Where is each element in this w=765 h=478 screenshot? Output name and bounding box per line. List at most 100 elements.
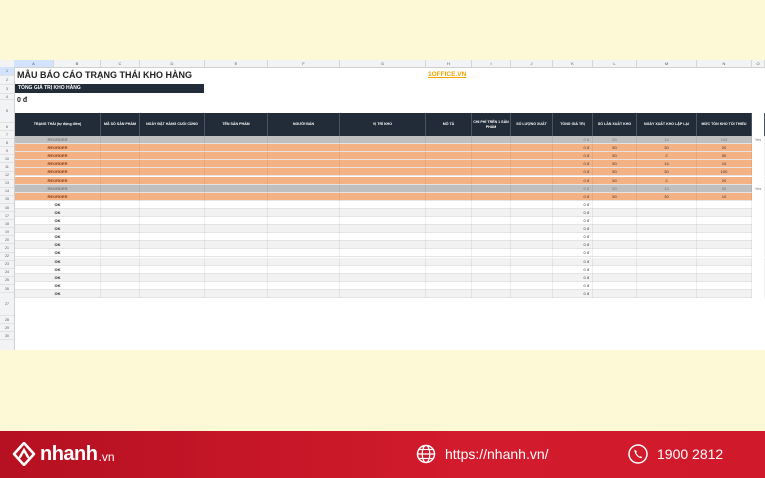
cell-times[interactable] — [593, 249, 637, 258]
cell-empty[interactable] — [426, 225, 472, 234]
cell-status[interactable]: REORDER — [15, 160, 101, 169]
cell-total[interactable]: 0 đ — [553, 160, 593, 169]
row-number-18[interactable]: 18 — [0, 220, 14, 229]
table-row[interactable]: REORDER 0 đ 50 30 20 — [15, 144, 765, 153]
cell-status[interactable]: REORDER — [15, 144, 101, 153]
column-letter-h[interactable]: H — [426, 60, 472, 67]
cell-empty[interactable] — [268, 281, 340, 290]
column-letter-c[interactable]: C — [101, 60, 140, 67]
cell-status[interactable]: OK — [15, 281, 101, 290]
cell-empty[interactable] — [205, 241, 268, 250]
cell-empty[interactable] — [426, 200, 472, 209]
cell-empty[interactable] — [340, 136, 426, 144]
cell-empty[interactable] — [340, 152, 426, 161]
row-number-1[interactable]: 1 — [0, 67, 14, 76]
cell-empty[interactable] — [101, 265, 140, 274]
cell-empty[interactable] — [140, 257, 205, 266]
cell-empty[interactable] — [426, 217, 472, 225]
cell-empty[interactable] — [268, 176, 340, 185]
cell-empty[interactable] — [268, 273, 340, 282]
cell-empty[interactable] — [101, 144, 140, 153]
cell-empty[interactable] — [426, 176, 472, 185]
cell-times[interactable] — [593, 225, 637, 234]
cell-empty[interactable] — [268, 257, 340, 266]
column-letter-i[interactable]: I — [472, 60, 511, 67]
cell-status[interactable]: OK — [15, 200, 101, 209]
cell-empty[interactable] — [472, 136, 511, 144]
column-letter-l[interactable]: L — [593, 60, 637, 67]
cell-status[interactable]: OK — [15, 289, 101, 298]
row-number-23[interactable]: 23 — [0, 261, 14, 269]
cell-total[interactable]: 0 đ — [553, 144, 593, 153]
cell-empty[interactable] — [205, 265, 268, 274]
cell-empty[interactable] — [205, 184, 268, 193]
table-row[interactable]: OK 0 đ — [15, 249, 765, 258]
cell-empty[interactable] — [511, 160, 553, 169]
cell-empty[interactable] — [511, 152, 553, 161]
cell-empty[interactable] — [340, 241, 426, 250]
cell-empty[interactable] — [511, 176, 553, 185]
cell-empty[interactable] — [205, 257, 268, 266]
column-letter-n[interactable]: N — [697, 60, 752, 67]
cell-status[interactable]: OK — [15, 257, 101, 266]
cell-empty[interactable] — [140, 289, 205, 298]
column-letter-b[interactable]: B — [54, 60, 101, 67]
cell-times[interactable] — [593, 281, 637, 290]
cell-empty[interactable] — [511, 249, 553, 258]
column-letter-d[interactable]: D — [140, 60, 205, 67]
cell-times[interactable]: 50 — [593, 144, 637, 153]
table-row[interactable]: REORDER 0 đ 50 2 50 — [15, 152, 765, 161]
cell-empty[interactable] — [268, 265, 340, 274]
cell-total[interactable]: 0 đ — [553, 233, 593, 242]
cell-empty[interactable] — [426, 160, 472, 169]
cell-rejected[interactable] — [752, 225, 765, 234]
cell-empty[interactable] — [101, 289, 140, 298]
row-number-20[interactable]: 20 — [0, 236, 14, 245]
cell-empty[interactable] — [511, 144, 553, 153]
cell-times[interactable] — [593, 217, 637, 225]
cell-empty[interactable] — [268, 144, 340, 153]
cell-days[interactable] — [637, 208, 697, 217]
cell-min[interactable]: 100 — [697, 136, 752, 144]
cell-status[interactable]: REORDER — [15, 168, 101, 177]
cell-status[interactable]: OK — [15, 208, 101, 217]
cell-days[interactable] — [637, 200, 697, 209]
cell-times[interactable]: 50 — [593, 192, 637, 201]
cell-empty[interactable] — [205, 208, 268, 217]
cell-empty[interactable] — [140, 152, 205, 161]
cell-empty[interactable] — [205, 192, 268, 201]
cell-total[interactable]: 0 đ — [553, 208, 593, 217]
cell-empty[interactable] — [101, 208, 140, 217]
row-number-22[interactable]: 22 — [0, 253, 14, 261]
cell-total[interactable]: 0 đ — [553, 241, 593, 250]
cell-min[interactable] — [697, 233, 752, 242]
website-link[interactable]: https://nhanh.vn/ — [416, 444, 549, 464]
cell-days[interactable] — [637, 281, 697, 290]
cell-empty[interactable] — [340, 184, 426, 193]
column-letter-e[interactable]: E — [205, 60, 268, 67]
cell-days[interactable]: 14 — [637, 184, 697, 193]
cell-min[interactable] — [697, 217, 752, 225]
row-number-13[interactable]: 13 — [0, 180, 14, 188]
cell-empty[interactable] — [101, 233, 140, 242]
cell-empty[interactable] — [205, 217, 268, 225]
cell-times[interactable] — [593, 241, 637, 250]
cell-empty[interactable] — [511, 184, 553, 193]
cell-empty[interactable] — [101, 241, 140, 250]
cell-empty[interactable] — [340, 233, 426, 242]
cell-empty[interactable] — [205, 152, 268, 161]
cell-rejected[interactable]: Yes — [752, 184, 765, 193]
cell-min[interactable]: 100 — [697, 168, 752, 177]
cell-rejected[interactable] — [752, 168, 765, 177]
cell-empty[interactable] — [140, 176, 205, 185]
row-number-16[interactable]: 16 — [0, 204, 14, 213]
cell-empty[interactable] — [268, 289, 340, 298]
cell-empty[interactable] — [340, 217, 426, 225]
cell-empty[interactable] — [205, 225, 268, 234]
cell-empty[interactable] — [426, 241, 472, 250]
row-number-8[interactable]: 8 — [0, 139, 14, 148]
cell-empty[interactable] — [140, 241, 205, 250]
cell-times[interactable] — [593, 233, 637, 242]
cell-empty[interactable] — [511, 225, 553, 234]
cell-rejected[interactable] — [752, 281, 765, 290]
